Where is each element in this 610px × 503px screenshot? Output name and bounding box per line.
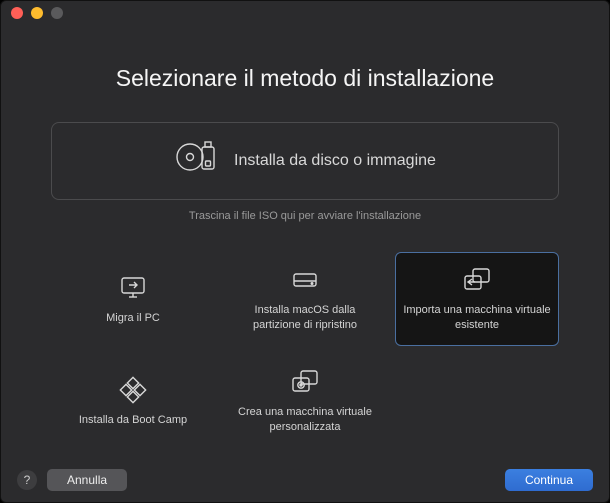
option-install-bootcamp[interactable]: Installa da Boot Camp (51, 354, 215, 448)
option-label: Importa una macchina virtuale esistente (402, 303, 552, 333)
drop-zone-hint: Trascina il file ISO qui per avviare l'i… (51, 210, 559, 222)
disc-usb-icon (174, 142, 220, 172)
option-label: Installa macOS dalla partizione di ripri… (230, 303, 380, 333)
install-from-disc-drop-zone[interactable]: Installa da disco o immagine (51, 122, 559, 200)
help-button[interactable]: ? (17, 470, 37, 490)
vm-gear-icon (288, 367, 322, 397)
install-method-grid: Migra il PC Installa macOS dalla partizi… (51, 252, 559, 448)
content-area: Selezionare il metodo di installazione I… (1, 25, 609, 448)
titlebar (1, 1, 609, 25)
empty-grid-cell (395, 354, 559, 448)
option-import-existing-vm[interactable]: Importa una macchina virtuale esistente (395, 252, 559, 346)
option-migrate-pc[interactable]: Migra il PC (51, 252, 215, 346)
option-install-macos-recovery[interactable]: Installa macOS dalla partizione di ripri… (223, 252, 387, 346)
drive-icon (290, 265, 320, 295)
footer: ? Annulla Continua (1, 458, 609, 502)
maximize-icon[interactable] (51, 7, 63, 19)
minimize-icon[interactable] (31, 7, 43, 19)
option-label: Crea una macchina virtuale personalizzat… (230, 405, 380, 435)
cancel-button[interactable]: Annulla (47, 469, 127, 491)
monitor-arrow-icon (118, 273, 148, 303)
option-label: Migra il PC (106, 311, 160, 326)
drop-zone-label: Installa da disco o immagine (234, 152, 436, 170)
continue-button[interactable]: Continua (505, 469, 593, 491)
option-label: Installa da Boot Camp (79, 413, 187, 428)
page-title: Selezionare il metodo di installazione (51, 65, 559, 92)
close-icon[interactable] (11, 7, 23, 19)
installer-window: Selezionare il metodo di installazione I… (0, 0, 610, 503)
bootcamp-icon (119, 375, 147, 405)
import-vm-icon (460, 265, 494, 295)
option-create-custom-vm[interactable]: Crea una macchina virtuale personalizzat… (223, 354, 387, 448)
